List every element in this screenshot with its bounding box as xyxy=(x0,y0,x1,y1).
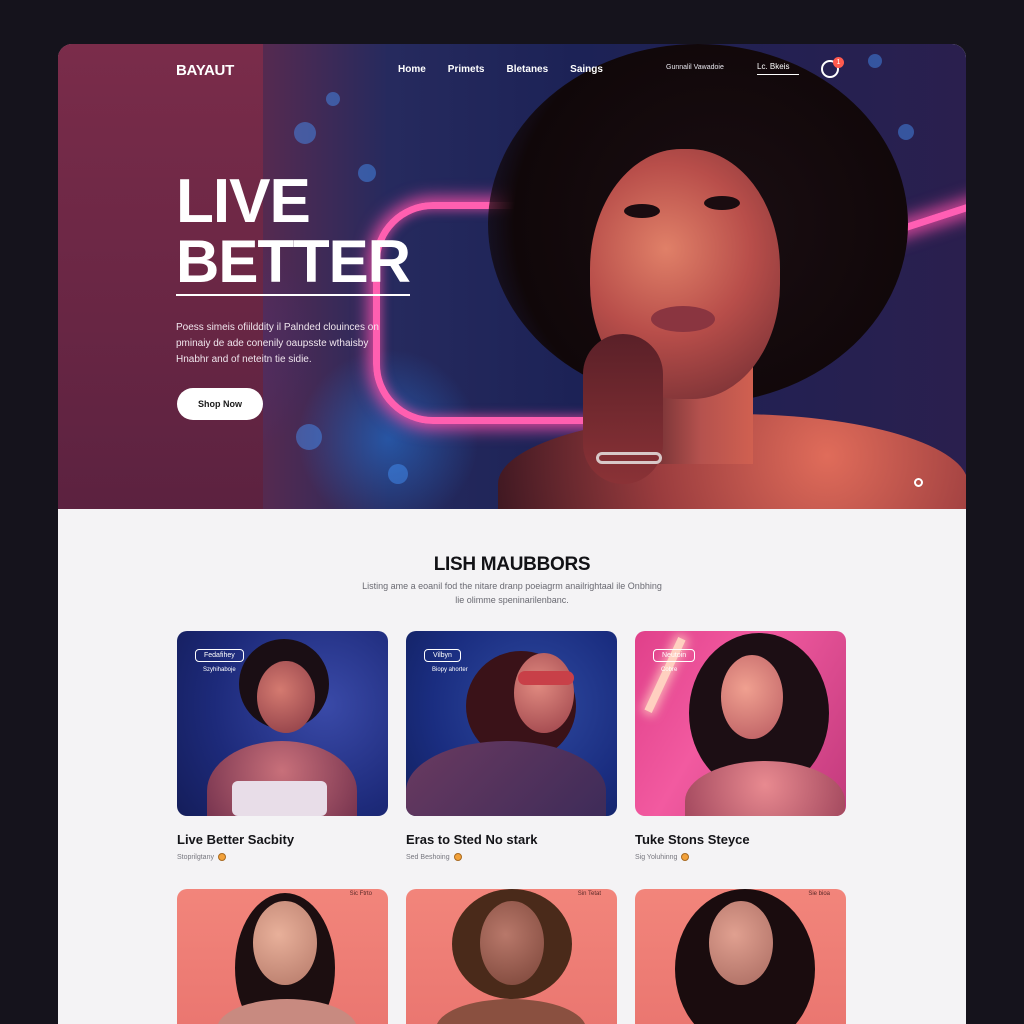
product-card[interactable]: Neutoin Cobre Tuke Stons Steyce Sig Yolu… xyxy=(635,631,846,861)
card-label: Sic Ftrto xyxy=(349,891,372,897)
product-card-meta: Stoprilgtany xyxy=(177,853,388,861)
bokeh-light xyxy=(388,464,408,484)
page-frame: BAYAUT Home Primets Bletanes Saings Gunn… xyxy=(58,44,966,1024)
rating-dot-icon xyxy=(453,853,462,861)
product-card-meta: Sed Beshoing xyxy=(406,853,617,861)
card-tag: Neutoin xyxy=(653,649,696,662)
product-card-bottom[interactable]: Sic Ftrto xyxy=(177,889,388,1024)
sunglasses-icon xyxy=(518,671,574,685)
product-card-photo[interactable]: Fedafihey Szyhihaboje xyxy=(177,631,388,816)
product-card-bottom[interactable]: Sin Tetat xyxy=(406,889,617,1024)
card-tag-sub: Biopy ahorter xyxy=(432,667,468,673)
hero-headline: LIVE BETTER xyxy=(176,167,411,296)
hero-subtext: Poess simeis ofiilddity il Palnded cloui… xyxy=(176,322,379,365)
product-card-photo[interactable]: Vilbyn Biopy ahorter xyxy=(406,631,617,816)
model-lips xyxy=(651,306,715,332)
hero-headline-line2: BETTER xyxy=(176,227,411,296)
model-body xyxy=(436,999,586,1024)
product-card-meta-text: Stoprilgtany xyxy=(177,853,214,861)
model-face xyxy=(253,901,317,985)
shop-now-button[interactable]: Shop Now xyxy=(177,388,263,420)
rating-dot-icon xyxy=(681,853,690,861)
product-card-title[interactable]: Live Better Sacbity xyxy=(177,832,388,847)
model-face xyxy=(721,655,783,739)
section-subtitle: Listing ame a eoanil fod the nitare dran… xyxy=(362,581,662,605)
section-title: LISH MAUBBORS xyxy=(433,554,591,575)
product-card-meta-text: Sed Beshoing xyxy=(406,853,450,861)
product-card-title[interactable]: Eras to Sted No stark xyxy=(406,832,617,847)
hero-headline-line1: LIVE xyxy=(176,167,311,236)
model-eye xyxy=(624,204,660,218)
main-nav: Home Primets Bletanes Saings xyxy=(398,64,603,75)
header-login-link[interactable]: Lc. Bkeis xyxy=(757,62,799,75)
product-card-photo[interactable]: Neutoin Cobre xyxy=(635,631,846,816)
header-search-link[interactable]: Gunnalil Vawadoie xyxy=(666,64,746,71)
nav-item-home[interactable]: Home xyxy=(398,64,426,75)
product-card[interactable]: Fedafihey Szyhihaboje Live Better Sacbit… xyxy=(177,631,388,861)
product-card-title[interactable]: Tuke Stons Steyce xyxy=(635,832,846,847)
card-label: Sie bioa xyxy=(808,891,830,897)
model-body xyxy=(217,999,357,1024)
model-face xyxy=(480,901,544,985)
rating-dot-icon xyxy=(217,853,226,861)
model-face xyxy=(709,901,773,985)
model-top xyxy=(232,781,327,816)
card-tag: Fedafihey xyxy=(195,649,244,662)
hero-banner: BAYAUT Home Primets Bletanes Saings Gunn… xyxy=(58,44,966,509)
nav-item-sale[interactable]: Saings xyxy=(570,64,603,75)
card-tag-sub: Cobre xyxy=(661,667,678,673)
model-eye xyxy=(704,196,740,210)
card-tag: Vilbyn xyxy=(424,649,461,662)
product-card-bottom[interactable]: Sie bioa xyxy=(635,889,846,1024)
brand-logo[interactable]: BAYAUT xyxy=(176,62,234,79)
model-bracelet xyxy=(596,452,662,464)
scroll-indicator-icon[interactable] xyxy=(914,478,923,487)
nav-item-collections[interactable]: Bletanes xyxy=(506,64,548,75)
card-tag-sub: Szyhihaboje xyxy=(203,667,236,673)
bokeh-light xyxy=(326,92,340,106)
card-label: Sin Tetat xyxy=(577,891,601,897)
bokeh-light xyxy=(296,424,322,450)
model-jacket xyxy=(406,741,606,816)
nav-item-products[interactable]: Primets xyxy=(448,64,485,75)
model-face xyxy=(257,661,315,733)
hero-model-photo xyxy=(488,44,966,509)
product-card-meta: Sig Yoluhinng xyxy=(635,853,846,861)
bokeh-light xyxy=(294,122,316,144)
product-card[interactable]: Vilbyn Biopy ahorter Eras to Sted No sta… xyxy=(406,631,617,861)
cart-count-badge: 1 xyxy=(833,57,844,68)
model-face xyxy=(514,653,574,733)
product-card-meta-text: Sig Yoluhinng xyxy=(635,853,678,861)
